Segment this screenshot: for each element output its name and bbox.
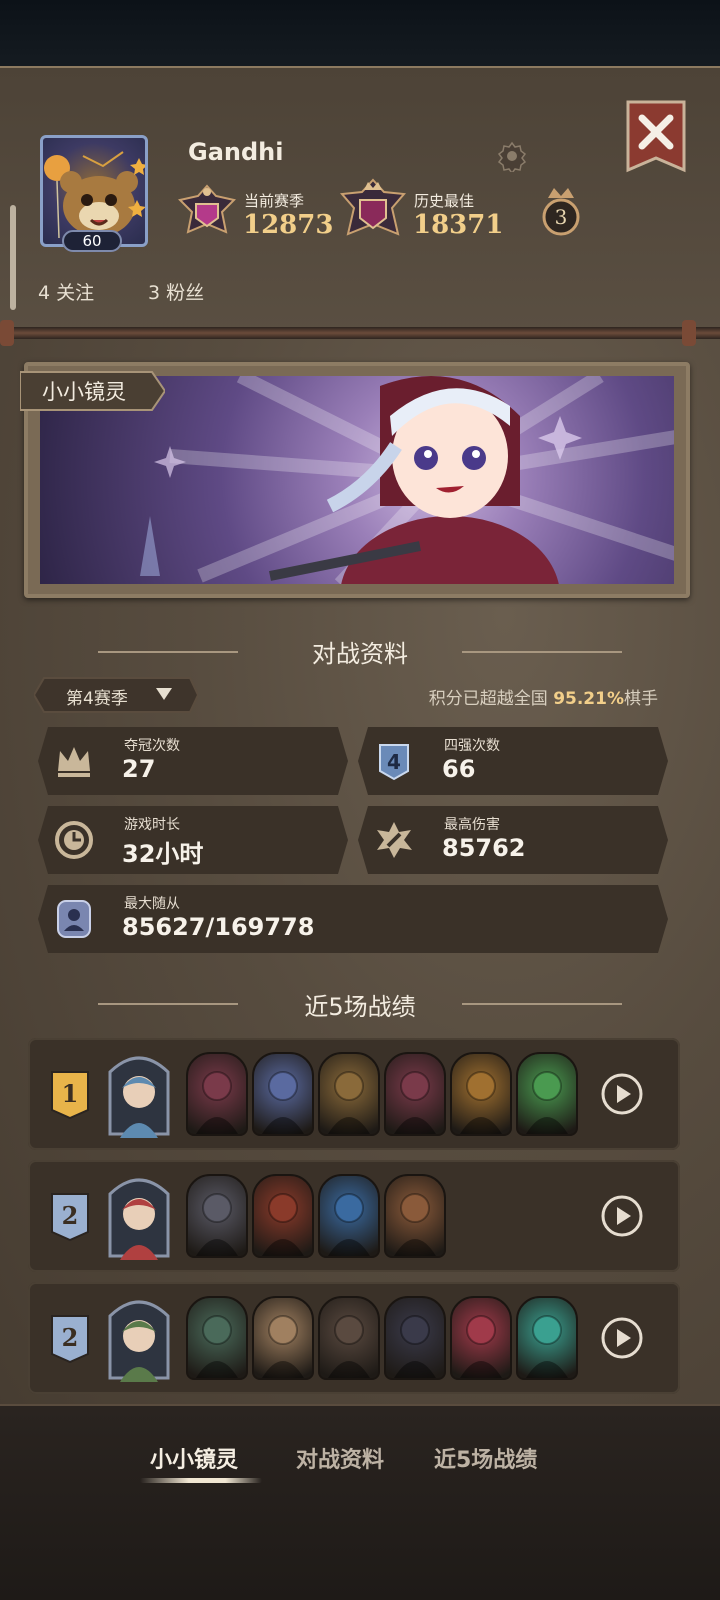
placement-badge-icon: 2 <box>51 1193 89 1242</box>
bottom-nav <box>0 1404 720 1600</box>
following-count[interactable]: 4 关注 <box>38 278 94 305</box>
profile-screen: 60 Gandhi 当前赛季 12873 历史最佳 18371 3 4 关注 3… <box>0 0 720 1600</box>
placement-number: 1 <box>62 1079 79 1108</box>
close-button[interactable] <box>626 100 686 178</box>
rope-knob-left <box>0 320 14 346</box>
unit-portrait[interactable] <box>318 1174 380 1258</box>
recent-matches-title: 近5场战绩 <box>304 993 416 1021</box>
best-label: 历史最佳 <box>414 192 475 210</box>
clock-icon <box>55 821 93 859</box>
user-name: Gandhi <box>188 138 284 166</box>
battle-stats-title: 对战资料 <box>312 640 408 668</box>
unit-portrait[interactable] <box>384 1296 446 1380</box>
placement-badge-icon: 1 <box>51 1071 89 1120</box>
minion-icon <box>57 900 91 938</box>
unit-portrait[interactable] <box>252 1174 314 1258</box>
placement-number: 2 <box>62 1323 79 1352</box>
match-hero-portrait[interactable] <box>104 1170 174 1262</box>
unit-portrait[interactable] <box>384 1052 446 1136</box>
avatar[interactable]: 60 <box>40 135 158 253</box>
unit-portrait[interactable] <box>516 1052 578 1136</box>
replay-icon <box>601 1195 643 1237</box>
unit-portrait[interactable] <box>384 1174 446 1258</box>
stat-card-playtime: 游戏时长 32小时 <box>38 806 348 874</box>
scroll-handle[interactable] <box>10 205 16 310</box>
best-rank-icon <box>339 178 407 236</box>
unit-portrait[interactable] <box>516 1296 578 1380</box>
stat-card-top4: 4 四强次数 66 <box>358 727 668 795</box>
nav-tab-recent[interactable]: 近5场战绩 <box>434 1442 537 1474</box>
nav-tab-battle-stats[interactable]: 对战资料 <box>296 1442 384 1474</box>
current-season-score: 12873 <box>243 210 334 240</box>
divider-rope <box>0 327 720 339</box>
best-score: 18371 <box>413 210 504 240</box>
current-season-label: 当前赛季 <box>244 192 305 210</box>
match-row: 2 <box>28 1160 680 1272</box>
top4-icon-number: 4 <box>387 750 401 774</box>
replay-icon <box>601 1073 643 1115</box>
nav-tab-hero[interactable]: 小小镜灵 <box>150 1442 238 1474</box>
unit-portrait[interactable] <box>186 1052 248 1136</box>
stat-label: 夺冠次数 <box>124 738 180 754</box>
placement-number: 2 <box>62 1201 79 1230</box>
unit-portrait[interactable] <box>252 1052 314 1136</box>
stat-value: 85627/169778 <box>122 913 315 941</box>
season-rank-icon <box>178 184 236 234</box>
hero-name: 小小镜灵 <box>42 380 126 404</box>
crown-icon <box>58 747 90 777</box>
followers-count[interactable]: 3 粉丝 <box>148 278 204 305</box>
gear-icon[interactable] <box>496 140 528 172</box>
replay-icon <box>601 1317 643 1359</box>
rank-percentile: 积分已超越全国 95.21%棋手 <box>428 689 658 709</box>
rope-knob-right <box>682 320 696 346</box>
replay-button[interactable] <box>600 1072 644 1116</box>
stat-label: 游戏时长 <box>124 817 180 833</box>
unit-portrait[interactable] <box>318 1052 380 1136</box>
stat-label: 最大随从 <box>124 896 180 912</box>
unit-portrait[interactable] <box>186 1296 248 1380</box>
stat-label: 四强次数 <box>444 738 500 754</box>
hero-name-tag: 小小镜灵 <box>20 371 165 411</box>
unit-portrait[interactable] <box>450 1296 512 1380</box>
rank-crown-number: 3 <box>555 205 568 229</box>
unit-portrait[interactable] <box>318 1296 380 1380</box>
level-badge: 60 <box>62 230 122 252</box>
stat-card-wins: 夺冠次数 27 <box>38 727 348 795</box>
crown-rank-badge-icon: 3 <box>542 188 580 236</box>
unit-portrait[interactable] <box>450 1052 512 1136</box>
top4-icon: 4 <box>379 744 409 781</box>
stat-value: 85762 <box>442 834 526 862</box>
match-hero-portrait[interactable] <box>104 1292 174 1384</box>
stat-card-damage: 最高伤害 85762 <box>358 806 668 874</box>
replay-button[interactable] <box>600 1194 644 1238</box>
match-hero-portrait[interactable] <box>104 1048 174 1140</box>
match-row: 2 <box>28 1282 680 1394</box>
unit-portrait[interactable] <box>252 1296 314 1380</box>
unit-portrait[interactable] <box>186 1174 248 1258</box>
match-row: 1 <box>28 1038 680 1150</box>
stat-value: 27 <box>122 755 156 783</box>
season-label[interactable]: 第4赛季 <box>66 684 128 709</box>
placement-badge-icon: 2 <box>51 1315 89 1364</box>
stat-card-minions: 最大随从 85627/169778 <box>38 885 668 953</box>
stat-value: 32小时 <box>122 840 204 868</box>
stat-label: 最高伤害 <box>444 817 500 833</box>
replay-button[interactable] <box>600 1316 644 1360</box>
nav-active-indicator <box>140 1478 262 1483</box>
damage-icon <box>377 822 412 858</box>
stat-value: 66 <box>442 755 476 783</box>
